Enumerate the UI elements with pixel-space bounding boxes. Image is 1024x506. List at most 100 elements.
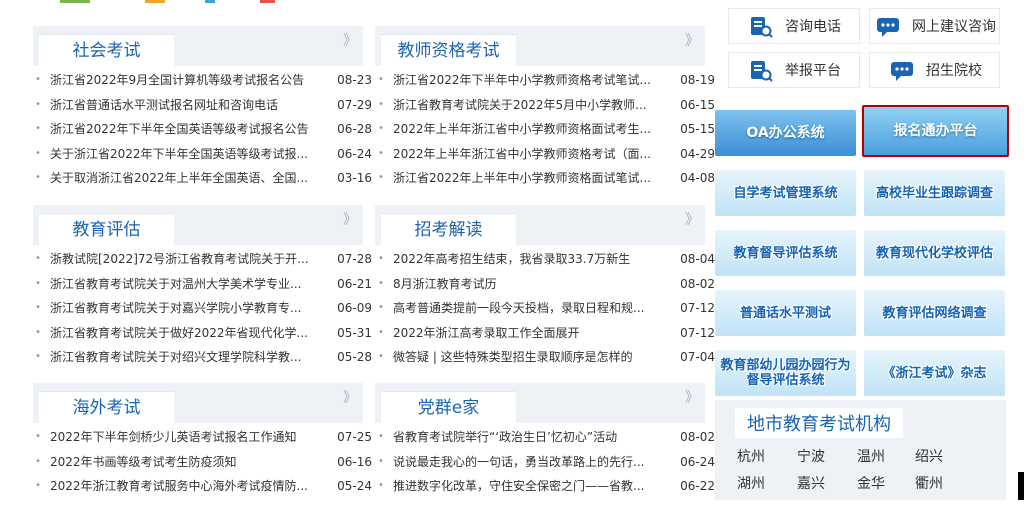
item-title[interactable]: 浙江省教育考试院关于2022年5月中小学教师...	[393, 93, 661, 118]
service-admission-colleges[interactable]: 招生院校	[869, 52, 1000, 88]
list-item[interactable]: • 浙江省教育考试院关于对温州大学美术学专业... 06-21	[35, 272, 372, 297]
more-link[interactable]: 》	[685, 387, 699, 407]
scrollbar-thumb[interactable]	[1018, 472, 1024, 500]
more-link[interactable]: 》	[343, 387, 357, 407]
banner-putonghua-test[interactable]: 普通话水平测试	[715, 290, 856, 336]
list-item[interactable]: • 2022年下半年剑桥少儿英语考试报名工作通知 07-25	[35, 425, 372, 450]
list-item[interactable]: • 浙江省教育考试院关于对嘉兴学院小学教育专... 06-09	[35, 296, 372, 321]
list-item[interactable]: • 8月浙江教育考试历 08-02	[378, 272, 715, 297]
item-title[interactable]: 2022年下半年剑桥少儿英语考试报名工作通知	[50, 425, 318, 450]
list-item[interactable]: • 2022年上半年浙江省中小学教师资格考试（面... 04-29	[378, 142, 715, 167]
item-title[interactable]: 微答疑 | 这些特殊类型招生录取顺序是怎样的	[393, 345, 661, 370]
item-title[interactable]: 浙江省教育考试院关于做好2022年省现代化学...	[50, 321, 318, 346]
city-link[interactable]: 宁波	[797, 446, 825, 466]
regional-exam-institutions: 地市教育考试机构 杭州 宁波 温州 绍兴 湖州 嘉兴 金华 衢州	[715, 400, 1006, 500]
item-title[interactable]: 浙江省2022年9月全国计算机等级考试报名公告	[50, 68, 318, 93]
list-item[interactable]: • 2022年上半年浙江省中小学教师资格面试考生... 05-15	[378, 117, 715, 142]
city-link[interactable]: 湖州	[737, 473, 765, 493]
more-link[interactable]: 》	[685, 209, 699, 229]
more-link[interactable]: 》	[343, 30, 357, 50]
banner-registration-platform[interactable]: 报名通办平台	[862, 105, 1009, 157]
banner-evaluation-online-survey[interactable]: 教育评估网络调查	[864, 290, 1005, 336]
item-title[interactable]: 2022年书画等级考试考生防疫须知	[50, 450, 318, 475]
item-title[interactable]: 浙江省教育考试院关于对绍兴文理学院科学教...	[50, 345, 318, 370]
item-title[interactable]: 2022年浙江教育考试服务中心海外考试疫情防...	[50, 474, 318, 499]
service-report-platform[interactable]: 举报平台	[728, 52, 860, 88]
item-title[interactable]: 省教育考试院举行“‘政治生日’忆初心”活动	[393, 425, 661, 450]
item-title[interactable]: 推进数字化改革，守住安全保密之门——省教...	[393, 474, 661, 499]
item-title[interactable]: 2022年浙江高考录取工作全面展开	[393, 321, 661, 346]
list-item[interactable]: • 2022年浙江教育考试服务中心海外考试疫情防... 05-24	[35, 474, 372, 499]
item-title[interactable]: 2022年高考招生结束，我省录取33.7万新生	[393, 247, 661, 272]
list-item[interactable]: • 微答疑 | 这些特殊类型招生录取顺序是怎样的 07-04	[378, 345, 715, 370]
list-item[interactable]: • 说说最走我心的一句话，勇当改革路上的先行... 06-24	[378, 450, 715, 475]
news-list-overseas-exam: • 2022年下半年剑桥少儿英语考试报名工作通知 07-25 • 2022年书画等级考…	[35, 425, 372, 499]
item-title[interactable]: 浙江省2022年下半年全国英语等级考试报名公告	[50, 117, 318, 142]
city-link[interactable]: 绍兴	[915, 446, 943, 466]
item-title[interactable]: 浙江省普通话水平测试报名网址和咨询电话	[50, 93, 318, 118]
list-item[interactable]: • 2022年浙江高考录取工作全面展开 07-12	[378, 321, 715, 346]
panel-title[interactable]: 党群e家	[381, 391, 516, 423]
city-link[interactable]: 衢州	[915, 473, 943, 493]
item-date: 06-24	[680, 454, 715, 469]
list-item[interactable]: • 2022年书画等级考试考生防疫须知 06-16	[35, 450, 372, 475]
list-item[interactable]: • 浙江省2022年下半年全国英语等级考试报名公告 06-28	[35, 117, 372, 142]
news-list-social-exam: • 浙江省2022年9月全国计算机等级考试报名公告 08-23 • 浙江省普通话水平测…	[35, 68, 372, 191]
more-link[interactable]: 》	[343, 209, 357, 229]
banner-label: OA办公系统	[746, 124, 825, 141]
item-title[interactable]: 浙教试院[2022]72号浙江省教育考试院关于开...	[50, 247, 318, 272]
list-item[interactable]: • 高考普通类提前一段今天投档，录取日程和规... 07-12	[378, 296, 715, 321]
list-item[interactable]: • 省教育考试院举行“‘政治生日’忆初心”活动 08-02	[378, 425, 715, 450]
item-title[interactable]: 浙江省教育考试院关于对嘉兴学院小学教育专...	[50, 296, 318, 321]
list-item[interactable]: • 2022年高考招生结束，我省录取33.7万新生 08-04	[378, 247, 715, 272]
item-title[interactable]: 关于取消浙江省2022年上半年全国英语、全国...	[50, 166, 318, 191]
panel-title[interactable]: 海外考试	[39, 391, 174, 423]
list-item[interactable]: • 推进数字化改革，守住安全保密之门——省教... 06-22	[378, 474, 715, 499]
banner-zhejiang-exam-magazine[interactable]: 《浙江考试》杂志	[864, 350, 1005, 396]
list-item[interactable]: • 浙江省普通话水平测试报名网址和咨询电话 07-29	[35, 93, 372, 118]
bullet-icon: •	[35, 147, 41, 159]
panel-title[interactable]: 社会考试	[39, 34, 174, 66]
city-link[interactable]: 金华	[857, 473, 885, 493]
panel-title[interactable]: 教师资格考试	[381, 34, 516, 66]
item-title[interactable]: 浙江省2022年上半年中小学教师资格面试笔试...	[393, 166, 661, 191]
panel-title[interactable]: 教育评估	[39, 213, 174, 245]
list-item[interactable]: • 关于取消浙江省2022年上半年全国英语、全国... 03-16	[35, 166, 372, 191]
panel-title[interactable]: 招考解读	[381, 213, 516, 245]
list-item[interactable]: • 浙江省教育考试院关于2022年5月中小学教师... 06-15	[378, 93, 715, 118]
item-title[interactable]: 8月浙江教育考试历	[393, 272, 661, 297]
item-title[interactable]: 关于浙江省2022年下半年全国英语等级考试报...	[50, 142, 318, 167]
bullet-icon: •	[35, 277, 41, 289]
banner-label: 教育评估网络调查	[882, 305, 987, 321]
list-item[interactable]: • 浙江省教育考试院关于做好2022年省现代化学... 05-31	[35, 321, 372, 346]
item-title[interactable]: 说说最走我心的一句话，勇当改革路上的先行...	[393, 450, 661, 475]
banner-kindergarten-supervision-system[interactable]: 教育部幼儿园办园行为 督导评估系统	[715, 350, 856, 396]
news-list-education-evaluation: • 浙教试院[2022]72号浙江省教育考试院关于开... 07-28 • 浙江省教育…	[35, 247, 372, 370]
list-item[interactable]: • 浙江省教育考试院关于对绍兴文理学院科学教... 05-28	[35, 345, 372, 370]
item-title[interactable]: 浙江省2022年下半年中小学教师资格考试笔试...	[393, 68, 661, 93]
city-link[interactable]: 温州	[857, 446, 885, 466]
item-date: 08-04	[680, 252, 715, 266]
bullet-icon: •	[378, 431, 384, 442]
item-title[interactable]: 浙江省教育考试院关于对温州大学美术学专业...	[50, 272, 318, 297]
banner-graduate-tracking-survey[interactable]: 高校毕业生跟踪调查	[864, 170, 1005, 216]
banner-oa-system[interactable]: OA办公系统	[715, 110, 856, 156]
banner-self-study-exam-system[interactable]: 自学考试管理系统	[715, 170, 856, 216]
list-item[interactable]: • 浙教试院[2022]72号浙江省教育考试院关于开... 07-28	[35, 247, 372, 272]
service-consult-phone[interactable]: 咨询电话	[728, 8, 860, 44]
banner-education-modernization-evaluation[interactable]: 教育现代化学校评估	[864, 230, 1005, 276]
list-item[interactable]: • 浙江省2022年下半年中小学教师资格考试笔试... 08-19	[378, 68, 715, 93]
city-link[interactable]: 杭州	[737, 446, 765, 466]
news-list-party-home: • 省教育考试院举行“‘政治生日’忆初心”活动 08-02 • 说说最走我心的一句话，…	[378, 425, 715, 499]
city-link[interactable]: 嘉兴	[797, 473, 825, 493]
list-item[interactable]: • 浙江省2022年9月全国计算机等级考试报名公告 08-23	[35, 68, 372, 93]
banner-label: 《浙江考试》杂志	[882, 365, 987, 381]
item-title[interactable]: 2022年上半年浙江省中小学教师资格面试考生...	[393, 117, 661, 142]
banner-education-supervision-system[interactable]: 教育督导评估系统	[715, 230, 856, 276]
item-title[interactable]: 高考普通类提前一段今天投档，录取日程和规...	[393, 296, 661, 321]
list-item[interactable]: • 关于浙江省2022年下半年全国英语等级考试报... 06-24	[35, 142, 372, 167]
service-online-advice[interactable]: 网上建议咨询	[869, 8, 1000, 44]
list-item[interactable]: • 浙江省2022年上半年中小学教师资格面试笔试... 04-08	[378, 166, 715, 191]
item-title[interactable]: 2022年上半年浙江省中小学教师资格考试（面...	[393, 142, 661, 167]
more-link[interactable]: 》	[685, 30, 699, 50]
